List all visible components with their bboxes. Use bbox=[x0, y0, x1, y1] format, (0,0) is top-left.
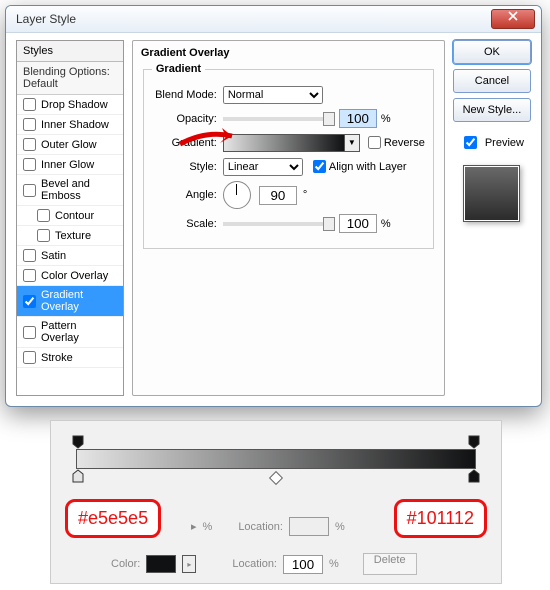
opacity-stop-right[interactable] bbox=[468, 435, 478, 447]
new-style-button[interactable]: New Style... bbox=[453, 98, 531, 122]
opacity-input[interactable] bbox=[339, 109, 377, 128]
style-checkbox[interactable] bbox=[23, 118, 36, 131]
cancel-button[interactable]: Cancel bbox=[453, 69, 531, 93]
hex-label-left: #e5e5e5 bbox=[65, 499, 161, 538]
align-label: Align with Layer bbox=[329, 161, 407, 173]
options-panel: Gradient Overlay Gradient Blend Mode: No… bbox=[132, 40, 445, 396]
style-checkbox[interactable] bbox=[37, 209, 50, 222]
gradient-dropdown-icon[interactable]: ▼ bbox=[345, 134, 360, 152]
align-checkbox[interactable] bbox=[313, 160, 326, 173]
scale-percent: % bbox=[381, 218, 391, 230]
style-label: Gradient Overlay bbox=[41, 289, 117, 313]
style-label: Bevel and Emboss bbox=[41, 178, 117, 202]
style-checkbox[interactable] bbox=[37, 229, 50, 242]
style-checkbox[interactable] bbox=[23, 158, 36, 171]
layer-style-dialog: Layer Style Styles Blending Options: Def… bbox=[5, 5, 542, 407]
style-label: Drop Shadow bbox=[41, 99, 108, 111]
style-label: Inner Shadow bbox=[41, 119, 109, 131]
dialog-body: Styles Blending Options: Default Drop Sh… bbox=[16, 40, 531, 396]
style-item-gradient-overlay[interactable]: Gradient Overlay bbox=[17, 286, 123, 317]
gradient-legend: Gradient bbox=[152, 63, 205, 75]
loc-disabled bbox=[289, 517, 329, 536]
style-label: Texture bbox=[55, 230, 91, 242]
section-title: Gradient Overlay bbox=[141, 47, 436, 59]
reverse-checkbox[interactable] bbox=[368, 136, 381, 149]
style-label: Pattern Overlay bbox=[41, 320, 117, 344]
styles-panel: Styles Blending Options: Default Drop Sh… bbox=[16, 40, 124, 396]
style-item-bevel-and-emboss[interactable]: Bevel and Emboss bbox=[17, 175, 123, 206]
blend-mode-select[interactable]: Normal bbox=[223, 86, 323, 104]
style-item-contour[interactable]: Contour bbox=[17, 206, 123, 226]
style-label: Outer Glow bbox=[41, 139, 97, 151]
style-label: Inner Glow bbox=[41, 159, 94, 171]
style-checkbox[interactable] bbox=[23, 138, 36, 151]
style-select[interactable]: Linear bbox=[223, 158, 303, 176]
gradient-swatch[interactable] bbox=[223, 134, 345, 152]
style-item-color-overlay[interactable]: Color Overlay bbox=[17, 266, 123, 286]
style-item-inner-glow[interactable]: Inner Glow bbox=[17, 155, 123, 175]
style-checkbox[interactable] bbox=[23, 98, 36, 111]
preview-swatch bbox=[463, 165, 520, 222]
delete-button[interactable]: Delete bbox=[363, 553, 417, 575]
degree-label: ° bbox=[303, 189, 307, 201]
scale-input[interactable] bbox=[339, 214, 377, 233]
opacity-label: Opacity: bbox=[152, 113, 223, 125]
gradient-editor-crop: #e5e5e5 #101112 ▸% Location: % Color: ▸ … bbox=[50, 420, 502, 584]
window-title: Layer Style bbox=[12, 12, 491, 26]
gradient-label: Gradient: bbox=[152, 137, 223, 149]
style-checkbox[interactable] bbox=[23, 326, 36, 339]
angle-label: Angle: bbox=[152, 189, 223, 201]
reverse-label: Reverse bbox=[384, 137, 425, 149]
style-checkbox[interactable] bbox=[23, 295, 36, 308]
style-checkbox[interactable] bbox=[23, 351, 36, 364]
style-label: Stroke bbox=[41, 352, 73, 364]
blend-mode-label: Blend Mode: bbox=[152, 89, 223, 101]
preview-label: Preview bbox=[485, 137, 524, 149]
location-percent: % bbox=[329, 558, 339, 570]
styles-header[interactable]: Styles bbox=[17, 41, 123, 62]
color-stop-left[interactable] bbox=[72, 469, 82, 481]
style-item-outer-glow[interactable]: Outer Glow bbox=[17, 135, 123, 155]
color-row-label: Color: bbox=[111, 558, 140, 570]
color-stop-right[interactable] bbox=[468, 469, 478, 481]
titlebar[interactable]: Layer Style bbox=[6, 6, 541, 33]
style-checkbox[interactable] bbox=[23, 249, 36, 262]
location-input[interactable] bbox=[283, 555, 323, 574]
percent-label: % bbox=[381, 113, 391, 125]
style-label: Color Overlay bbox=[41, 270, 108, 282]
style-label: Satin bbox=[41, 250, 66, 262]
preview-checkbox[interactable] bbox=[464, 136, 477, 149]
opacity-stop-left[interactable] bbox=[72, 435, 82, 447]
style-checkbox[interactable] bbox=[23, 269, 36, 282]
style-item-inner-shadow[interactable]: Inner Shadow bbox=[17, 115, 123, 135]
midpoint-diamond[interactable] bbox=[269, 471, 283, 485]
blending-options-row[interactable]: Blending Options: Default bbox=[17, 62, 123, 95]
style-label: Contour bbox=[55, 210, 94, 222]
gradient-bar[interactable] bbox=[76, 449, 476, 469]
opacity-slider[interactable] bbox=[223, 117, 333, 121]
style-label: Style: bbox=[152, 161, 223, 173]
ok-button[interactable]: OK bbox=[453, 40, 531, 64]
angle-input[interactable] bbox=[259, 186, 297, 205]
style-item-pattern-overlay[interactable]: Pattern Overlay bbox=[17, 317, 123, 348]
gradient-group: Gradient Blend Mode: Normal Opacity: % bbox=[143, 63, 434, 249]
style-item-texture[interactable]: Texture bbox=[17, 226, 123, 246]
close-button[interactable] bbox=[491, 9, 535, 29]
location-label: Location: bbox=[232, 558, 277, 570]
angle-dial[interactable] bbox=[223, 181, 251, 209]
style-item-drop-shadow[interactable]: Drop Shadow bbox=[17, 95, 123, 115]
color-swatch[interactable] bbox=[146, 555, 176, 573]
scale-slider[interactable] bbox=[223, 222, 333, 226]
color-dropdown-icon[interactable]: ▸ bbox=[182, 555, 196, 573]
right-panel: OK Cancel New Style... Preview bbox=[453, 40, 531, 396]
scale-label: Scale: bbox=[152, 218, 223, 230]
style-item-satin[interactable]: Satin bbox=[17, 246, 123, 266]
hex-label-right: #101112 bbox=[394, 499, 487, 538]
style-item-stroke[interactable]: Stroke bbox=[17, 348, 123, 368]
style-checkbox[interactable] bbox=[23, 184, 36, 197]
